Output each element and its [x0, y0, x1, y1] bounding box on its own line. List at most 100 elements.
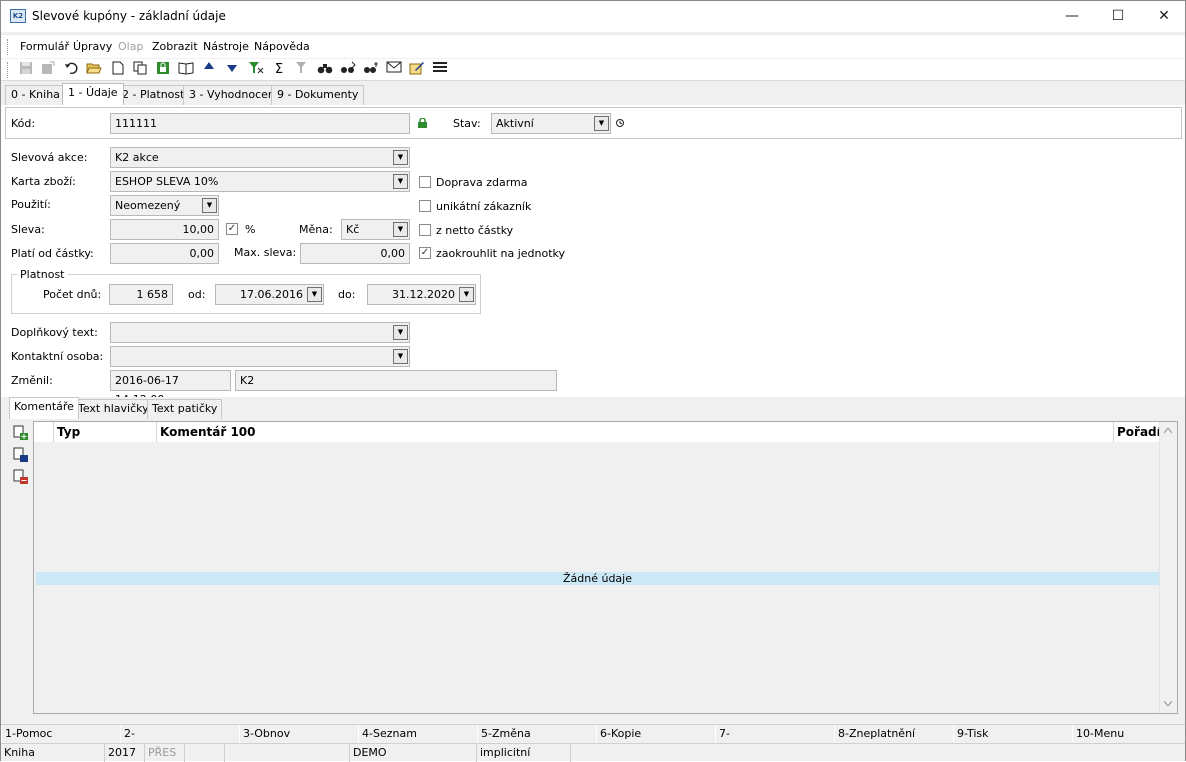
- menu-icon[interactable]: [431, 61, 449, 79]
- karta-zbozi-value: ESHOP SLEVA 10%: [115, 175, 219, 188]
- unikatni-label: unikátní zákazník: [436, 200, 532, 213]
- max-sleva-field[interactable]: 0,00: [300, 243, 410, 264]
- fkey-5[interactable]: 5-Změna: [477, 725, 596, 743]
- fkey-10[interactable]: 10-Menu: [1072, 725, 1185, 743]
- scroll-down-icon[interactable]: [1164, 701, 1172, 706]
- save-icon[interactable]: [17, 61, 35, 79]
- book-icon[interactable]: [177, 61, 195, 79]
- edit-row-icon[interactable]: [13, 447, 29, 463]
- netto-label: z netto částky: [436, 224, 514, 237]
- pocet-dnu-field[interactable]: 1 658: [109, 284, 173, 305]
- pouziti-select[interactable]: Neomezený ▼: [110, 195, 219, 216]
- chevron-down-icon[interactable]: ▼: [393, 325, 408, 340]
- plati-od-field[interactable]: 0,00: [110, 243, 219, 264]
- plati-od-label: Platí od částky:: [11, 247, 94, 260]
- chevron-down-icon[interactable]: ▼: [459, 287, 474, 302]
- tab-text-paticky[interactable]: Text patičky: [147, 399, 223, 419]
- arrow-up-icon[interactable]: [200, 61, 218, 79]
- delete-row-icon[interactable]: [13, 469, 29, 485]
- od-date-field[interactable]: 17.06.2016 ▼: [215, 284, 324, 305]
- chevron-down-icon[interactable]: ▼: [202, 198, 217, 213]
- fkey-4[interactable]: 4-Seznam: [358, 725, 477, 743]
- chevron-down-icon[interactable]: ▼: [393, 222, 408, 237]
- find-replace-icon[interactable]: [362, 61, 380, 79]
- header-row: Kód: 111111 Stav: Aktivní ▼: [5, 107, 1182, 139]
- tab-komentare[interactable]: Komentáře: [9, 397, 79, 419]
- percent-checkbox[interactable]: ✓: [226, 223, 238, 235]
- do-date-field[interactable]: 31.12.2020 ▼: [367, 284, 476, 305]
- sleva-label: Sleva:: [11, 223, 45, 236]
- doplnkovy-label: Doplňkový text:: [11, 326, 98, 339]
- slevova-akce-value: K2 akce: [115, 151, 159, 164]
- history-icon[interactable]: [615, 118, 625, 128]
- window-title: Slevové kupóny - základní údaje: [32, 9, 226, 23]
- fkey-3[interactable]: 3-Obnov: [239, 725, 358, 743]
- filter-icon[interactable]: [247, 61, 265, 79]
- stav-label: Stav:: [453, 117, 481, 130]
- column-komentar[interactable]: Komentář 100: [157, 422, 1114, 442]
- menu-olap[interactable]: Olap: [118, 40, 143, 53]
- fkey-2[interactable]: 2-: [120, 725, 239, 743]
- chevron-down-icon[interactable]: ▼: [307, 287, 322, 302]
- slevova-akce-label: Slevová akce:: [11, 151, 88, 164]
- kontaktni-select[interactable]: ▼: [110, 346, 410, 367]
- menu-zobrazit[interactable]: Zobrazit: [152, 40, 198, 53]
- undo-icon[interactable]: [62, 61, 80, 79]
- chevron-down-icon[interactable]: ▼: [393, 349, 408, 364]
- menu-formular[interactable]: Formulář: [20, 40, 69, 53]
- chevron-down-icon[interactable]: ▼: [594, 116, 609, 131]
- arrow-down-icon[interactable]: [223, 61, 241, 79]
- menu-napoveda[interactable]: Nápověda: [254, 40, 310, 53]
- vertical-scrollbar[interactable]: [1159, 422, 1176, 713]
- fkey-1[interactable]: 1-Pomoc: [1, 725, 120, 743]
- fkey-8[interactable]: 8-Zneplatnění: [834, 725, 953, 743]
- save-close-icon[interactable]: [39, 61, 57, 79]
- function-key-bar: 1-Pomoc 2- 3-Obnov 4-Seznam 5-Změna 6-Ko…: [1, 724, 1185, 743]
- menu-upravy[interactable]: Úpravy: [73, 40, 112, 53]
- unikatni-checkbox[interactable]: [419, 200, 431, 212]
- maximize-button[interactable]: ☐: [1095, 1, 1141, 32]
- find-next-icon[interactable]: [339, 61, 357, 79]
- open-folder-icon[interactable]: [85, 61, 103, 79]
- kod-field[interactable]: 111111: [110, 113, 410, 134]
- fkey-6[interactable]: 6-Kopie: [596, 725, 715, 743]
- zaokrouhlit-checkbox[interactable]: ✓: [419, 247, 431, 259]
- chevron-down-icon[interactable]: ▼: [393, 174, 408, 189]
- menu-nastroje[interactable]: Nástroje: [203, 40, 249, 53]
- sleva-field[interactable]: 10,00: [110, 219, 219, 240]
- tab-dokumenty[interactable]: 9 - Dokumenty: [271, 85, 365, 105]
- find-icon[interactable]: [316, 61, 334, 79]
- mena-select[interactable]: Kč ▼: [341, 219, 410, 240]
- mail-icon[interactable]: [385, 61, 403, 79]
- lock-icon[interactable]: [154, 61, 172, 79]
- copy-icon[interactable]: [131, 61, 149, 79]
- new-document-icon[interactable]: [109, 61, 127, 79]
- stav-select[interactable]: Aktivní ▼: [491, 113, 611, 134]
- column-typ[interactable]: Typ: [54, 422, 157, 442]
- fkey-7[interactable]: 7-: [715, 725, 834, 743]
- close-button[interactable]: ✕: [1141, 1, 1186, 32]
- tab-platnost[interactable]: 2 - Platnost: [116, 85, 191, 105]
- edit-notes-icon[interactable]: [408, 61, 426, 79]
- doprava-checkbox[interactable]: [419, 176, 431, 188]
- karta-zbozi-select[interactable]: ESHOP SLEVA 10% ▼: [110, 171, 410, 192]
- row-indicator-header: [34, 422, 54, 442]
- mena-value: Kč: [346, 223, 360, 236]
- chevron-down-icon[interactable]: ▼: [393, 150, 408, 165]
- add-row-icon[interactable]: [13, 425, 29, 441]
- minimize-button[interactable]: —: [1049, 1, 1095, 32]
- scroll-up-icon[interactable]: [1164, 428, 1172, 433]
- tab-kniha[interactable]: 0 - Kniha: [5, 85, 66, 105]
- slevova-akce-select[interactable]: K2 akce ▼: [110, 147, 410, 168]
- netto-checkbox[interactable]: [419, 224, 431, 236]
- clear-filter-icon[interactable]: [293, 61, 311, 79]
- kontaktni-label: Kontaktní osoba:: [11, 350, 104, 363]
- tab-vyhodnoceni[interactable]: 3 - Vyhodnocení: [183, 85, 284, 105]
- column-poradi[interactable]: Pořadí: [1114, 422, 1161, 442]
- tab-udaje[interactable]: 1 - Údaje: [62, 83, 124, 105]
- sum-icon[interactable]: Σ: [270, 61, 288, 79]
- doplnkovy-select[interactable]: ▼: [110, 322, 410, 343]
- tab-text-hlavicky[interactable]: Text hlavičky: [73, 399, 154, 419]
- fkey-9[interactable]: 9-Tisk: [953, 725, 1072, 743]
- platnost-group-label: Platnost: [17, 268, 68, 281]
